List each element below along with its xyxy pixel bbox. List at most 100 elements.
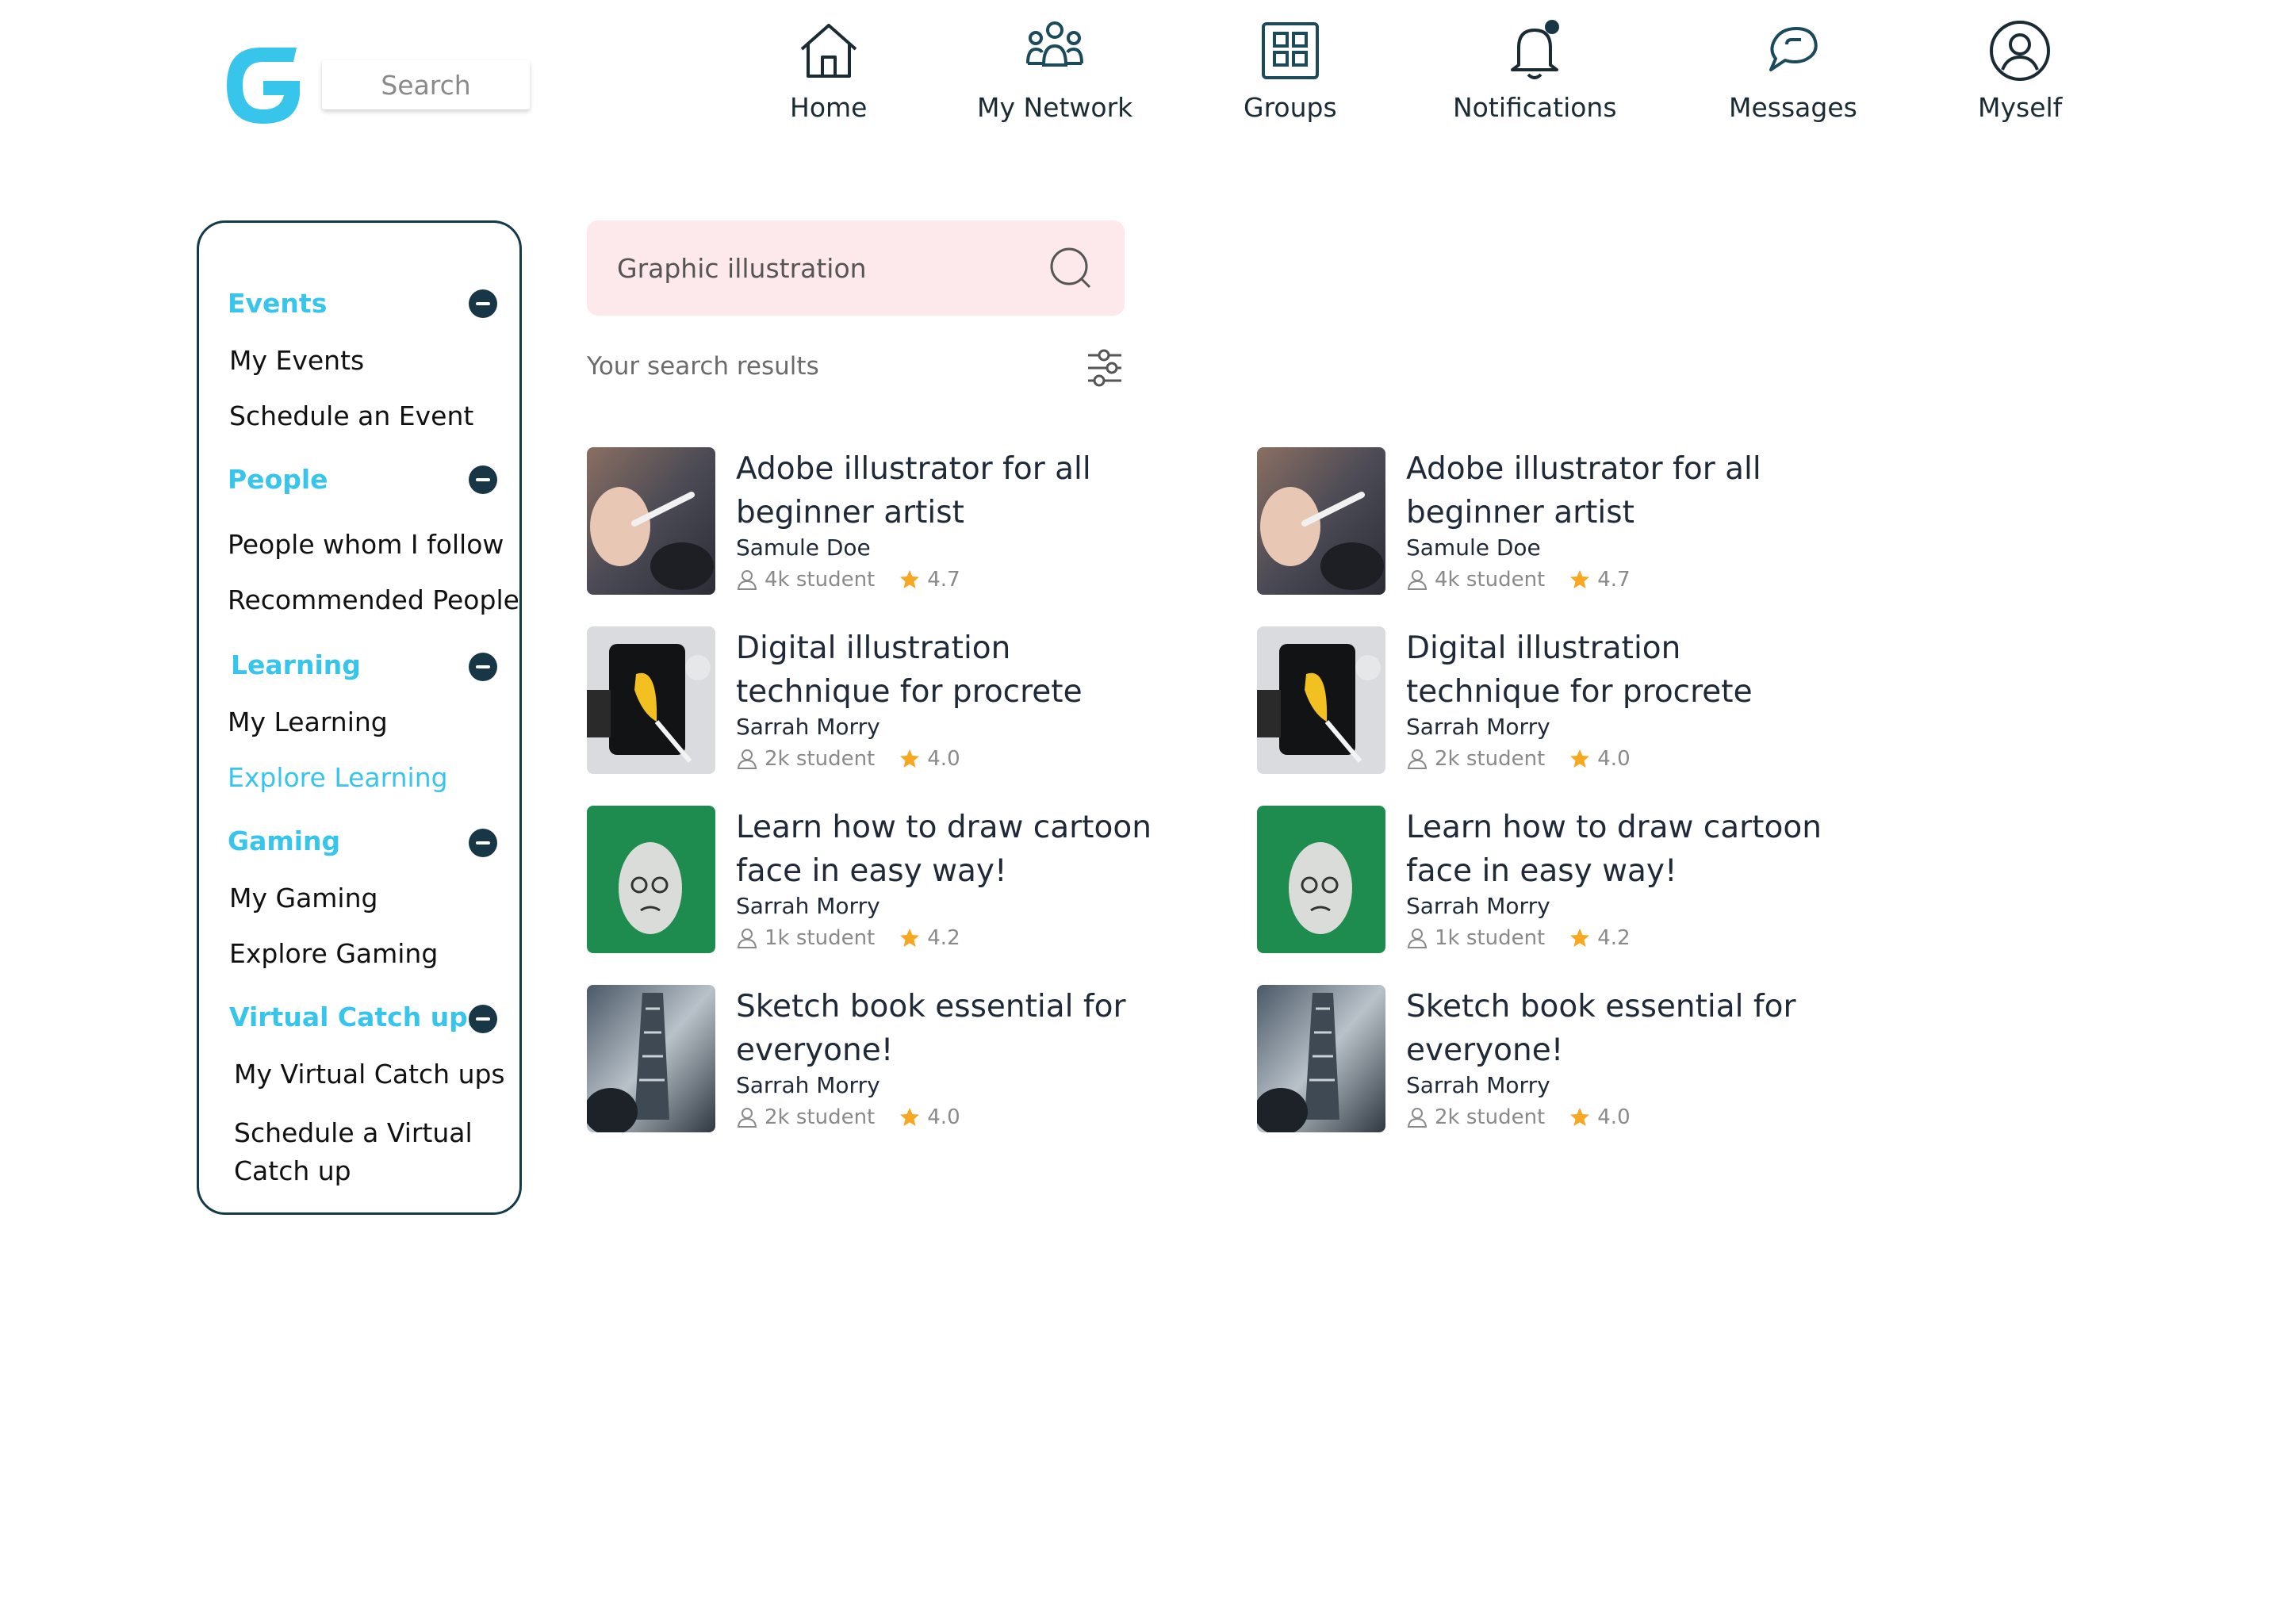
section-virtual-catch-ups: Virtual Catch ups <box>229 1002 484 1032</box>
course-card[interactable]: Digital illustration technique for procr… <box>1257 626 1828 777</box>
home-icon <box>800 24 857 78</box>
course-students: 2k student <box>1435 1105 1546 1129</box>
course-title: Digital illustration technique for procr… <box>1406 630 1753 710</box>
sidebar-item-my-learning[interactable]: My Learning <box>228 707 388 737</box>
course-meta: 1k student 4.2 <box>1406 926 1631 950</box>
search-icon[interactable] <box>1047 244 1094 292</box>
collapse-virtual-catch-ups-button[interactable] <box>469 1005 497 1033</box>
course-meta: 1k student 4.2 <box>736 926 960 950</box>
course-search-box <box>587 220 1125 316</box>
collapse-events-button[interactable] <box>469 289 497 318</box>
star-icon <box>1570 1108 1590 1126</box>
course-card[interactable]: Sketch book essential for everyone! Sarr… <box>587 985 1158 1136</box>
collapse-people-button[interactable] <box>469 465 497 494</box>
course-students: 4k student <box>765 568 876 592</box>
course-author: Sarrah Morry <box>1406 893 1550 919</box>
section-gaming: Gaming <box>228 825 341 856</box>
course-meta: 2k student 4.0 <box>1406 747 1631 771</box>
sidebar-item-schedule-virtual-catch-up[interactable]: Schedule a Virtual Catch up <box>234 1114 504 1190</box>
star-icon <box>900 929 920 947</box>
course-thumbnail-cartoon-egg <box>1257 806 1385 953</box>
course-rating: 4.0 <box>927 747 960 771</box>
nav-messages-label: Messages <box>1729 92 1857 123</box>
course-students: 2k student <box>1435 747 1546 771</box>
course-thumbnail-procreate <box>587 626 715 774</box>
nav-home-label: Home <box>790 92 868 123</box>
sidebar-item-my-virtual-catch-ups[interactable]: My Virtual Catch ups <box>234 1059 505 1090</box>
course-title: Learn how to draw cartoon face in easy w… <box>1406 810 1822 889</box>
student-icon <box>1407 749 1428 769</box>
star-icon <box>1570 570 1590 588</box>
course-card[interactable]: Digital illustration technique for procr… <box>587 626 1158 777</box>
course-author: Sarrah Morry <box>736 1072 880 1098</box>
course-author: Sarrah Morry <box>1406 1072 1550 1098</box>
messages-icon <box>1769 27 1818 71</box>
star-icon <box>900 749 920 768</box>
course-author: Samule Doe <box>736 534 871 561</box>
section-people: People <box>228 464 328 495</box>
course-rating: 4.2 <box>1597 926 1631 950</box>
course-search-input[interactable] <box>617 244 1029 292</box>
course-thumbnail-procreate <box>1257 626 1385 774</box>
sidebar: Events My Events Schedule an Event Peopl… <box>197 220 522 1215</box>
course-author: Sarrah Morry <box>736 714 880 740</box>
nav-groups-label: Groups <box>1244 92 1337 123</box>
collapse-learning-button[interactable] <box>469 653 497 681</box>
sidebar-item-recommended-people[interactable]: Recommended People <box>228 584 519 615</box>
nav-notifications[interactable]: Notifications <box>1453 17 1617 123</box>
course-title: Learn how to draw cartoon face in easy w… <box>736 810 1152 889</box>
collapse-gaming-button[interactable] <box>469 829 497 857</box>
search-input[interactable] <box>322 60 530 109</box>
user-circle-icon <box>1990 21 2051 81</box>
sidebar-item-explore-gaming[interactable]: Explore Gaming <box>229 938 438 969</box>
network-icon <box>1026 21 1084 67</box>
nav-my-network[interactable]: My Network <box>977 17 1132 123</box>
course-title: Adobe illustrator for all beginner artis… <box>736 451 1091 530</box>
course-thumbnail-sketch <box>587 985 715 1132</box>
nav-myself-label: Myself <box>1978 92 2063 123</box>
course-card[interactable]: Sketch book essential for everyone! Sarr… <box>1257 985 1828 1136</box>
course-card[interactable]: Adobe illustrator for all beginner artis… <box>1257 447 1828 598</box>
course-card[interactable]: Learn how to draw cartoon face in easy w… <box>587 806 1158 956</box>
course-students: 4k student <box>1435 568 1546 592</box>
course-students: 1k student <box>765 926 876 950</box>
nav-home[interactable]: Home <box>790 17 867 123</box>
course-meta: 2k student 4.0 <box>1406 1105 1631 1129</box>
sidebar-item-explore-learning[interactable]: Explore Learning <box>228 762 448 793</box>
course-card[interactable]: Learn how to draw cartoon face in easy w… <box>1257 806 1828 956</box>
sidebar-item-people-follow[interactable]: People whom I follow <box>228 529 504 560</box>
star-icon <box>1570 749 1590 768</box>
course-thumbnail-adobe <box>1257 447 1385 595</box>
filter-icon[interactable] <box>1085 347 1125 387</box>
course-title: Sketch book essential for everyone! <box>1406 989 1796 1068</box>
course-meta: 4k student 4.7 <box>736 568 960 592</box>
sidebar-item-schedule-event[interactable]: Schedule an Event <box>229 400 473 431</box>
nav-groups[interactable]: Groups <box>1244 17 1337 123</box>
star-icon <box>900 1108 920 1126</box>
course-meta: 2k student 4.0 <box>736 1105 960 1129</box>
nav-my-network-label: My Network <box>977 92 1133 123</box>
course-title: Adobe illustrator for all beginner artis… <box>1406 451 1761 530</box>
results-label: Your search results <box>587 352 819 381</box>
groups-icon <box>1261 22 1319 79</box>
course-students: 2k student <box>765 747 876 771</box>
student-icon <box>737 1108 757 1128</box>
student-icon <box>1407 929 1428 948</box>
sidebar-item-my-gaming[interactable]: My Gaming <box>229 883 377 914</box>
course-author: Sarrah Morry <box>736 893 880 919</box>
course-title: Sketch book essential for everyone! <box>736 989 1126 1068</box>
student-icon <box>737 749 757 769</box>
course-rating: 4.0 <box>927 1105 960 1129</box>
course-rating: 4.0 <box>1597 747 1631 771</box>
star-icon <box>900 570 920 588</box>
course-author: Samule Doe <box>1406 534 1541 561</box>
star-icon <box>1570 929 1590 947</box>
nav-myself[interactable]: Myself <box>1978 17 2062 123</box>
course-meta: 2k student 4.0 <box>736 747 960 771</box>
student-icon <box>1407 1108 1428 1128</box>
course-thumbnail-cartoon-egg <box>587 806 715 953</box>
course-card[interactable]: Adobe illustrator for all beginner artis… <box>587 447 1158 598</box>
sidebar-item-my-events[interactable]: My Events <box>229 345 364 376</box>
course-thumbnail-sketch <box>1257 985 1385 1132</box>
nav-messages[interactable]: Messages <box>1729 17 1857 123</box>
